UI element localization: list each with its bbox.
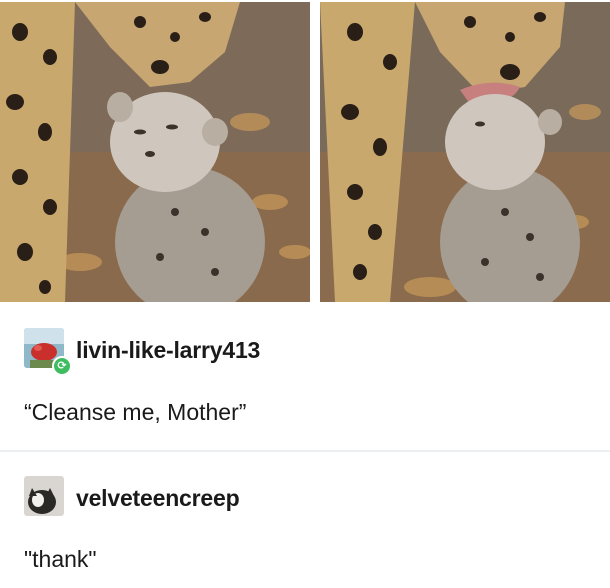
- reply-entry: velveteencreep "thank": [0, 452, 610, 588]
- cheetah-licking-cub-photo-icon: [320, 2, 610, 302]
- post-text: “Cleanse me, Mother”: [24, 399, 247, 425]
- reblog-icon: ⟳: [52, 356, 72, 376]
- photo-pair: [0, 0, 610, 306]
- cheetah-licking-cub-photo[interactable]: [320, 2, 610, 302]
- cheetah-cub-photo-icon: [0, 2, 310, 302]
- cheetah-cub-photo[interactable]: [0, 2, 310, 302]
- cat-avatar-icon: [24, 476, 64, 516]
- user-avatar[interactable]: [24, 476, 64, 516]
- username-link[interactable]: livin-like-larry413: [76, 337, 260, 364]
- username-link[interactable]: velveteencreep: [76, 485, 240, 512]
- post-text: "thank": [24, 546, 97, 572]
- reblog-entry: ⟳ livin-like-larry413 “Cleanse me, Mothe…: [0, 306, 610, 450]
